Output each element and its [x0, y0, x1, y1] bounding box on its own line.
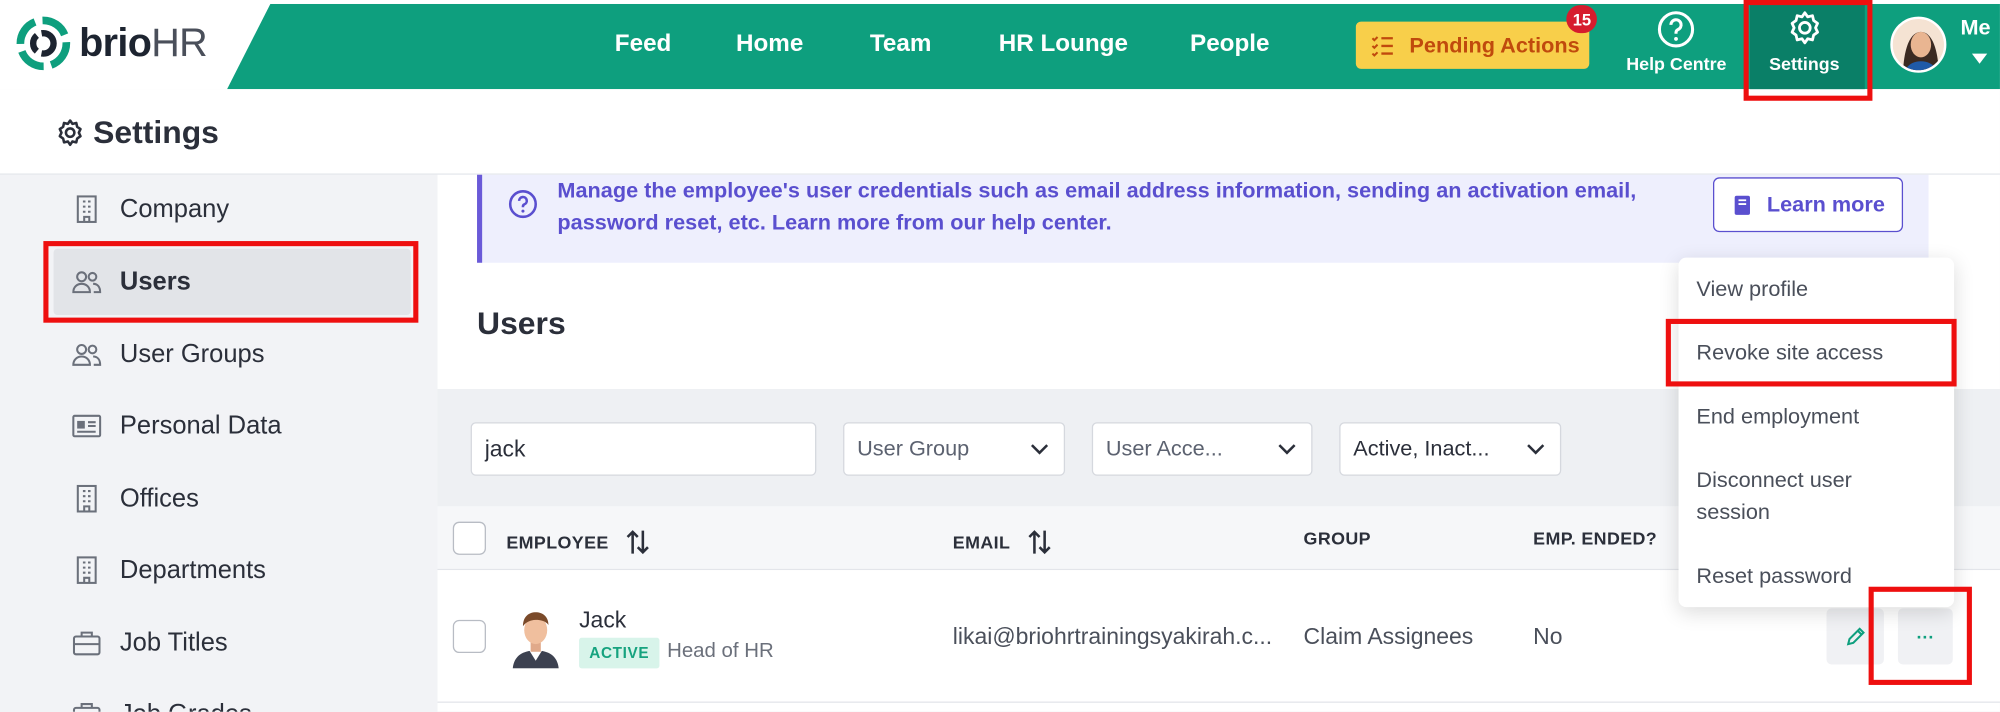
id-card-icon [72, 414, 102, 438]
column-header-label: EMAIL [952, 531, 1011, 553]
pending-actions-label: Pending Actions [1409, 32, 1580, 57]
help-icon [1658, 11, 1695, 48]
briefcase-icon [72, 631, 101, 656]
sidebar-item-label: Departments [119, 555, 266, 584]
user-avatar[interactable] [1890, 16, 1947, 73]
briohr-logo[interactable]: brioHR [15, 15, 208, 71]
sidebar-item-label: User Groups [119, 339, 265, 368]
page-header [0, 89, 2000, 175]
employee-ended: No [1533, 623, 1563, 650]
sidebar-item-label: Personal Data [119, 411, 282, 440]
gear-icon [58, 118, 82, 146]
info-banner-text: Manage the employee's user credentials s… [557, 178, 1637, 235]
caret-down-icon[interactable] [1971, 53, 1988, 64]
column-header-emp-ended: EMP. ENDED? [1533, 528, 1657, 548]
employee-avatar [512, 612, 559, 669]
nav-people[interactable]: People [1190, 31, 1269, 59]
help-centre-button[interactable]: Help Centre [1626, 10, 1726, 74]
sidebar-item-label: Company [119, 194, 230, 223]
nav-hr-lounge[interactable]: HR Lounge [999, 31, 1128, 59]
page-title-text: Settings [93, 114, 219, 151]
pending-actions-button[interactable]: Pending Actions [1355, 21, 1590, 69]
user-access-filter[interactable]: User Acce... [1091, 422, 1313, 476]
user-search-input[interactable] [470, 422, 817, 476]
question-circle-icon [508, 190, 537, 219]
select-all-checkbox[interactable] [452, 521, 486, 555]
employee-group: Claim Assignees [1303, 623, 1474, 650]
sidebar-item-label: Offices [119, 484, 199, 513]
status-filter[interactable]: Active, Inact... [1339, 422, 1562, 476]
sidebar-item-offices[interactable]: Offices [54, 466, 411, 532]
more-actions-button[interactable]: ··· [1897, 608, 1953, 665]
sort-icon[interactable] [1026, 528, 1054, 556]
column-header-group: GROUP [1304, 528, 1371, 548]
gear-icon [1790, 11, 1819, 45]
column-header-label: EMPLOYEE [506, 531, 609, 553]
column-header-label: GROUP [1303, 528, 1371, 549]
settings-button[interactable]: Settings [1769, 10, 1840, 74]
sidebar-item-user-groups[interactable]: User Groups [54, 321, 411, 387]
menu-item-revoke-site-access[interactable]: Revoke site access [1696, 337, 1938, 369]
user-access-filter-value: User Acce... [1105, 436, 1223, 461]
help-centre-label: Help Centre [1626, 53, 1727, 74]
menu-item-reset-password[interactable]: Reset password [1696, 560, 1938, 592]
menu-item-disconnect-user-session[interactable]: Disconnect user session [1696, 464, 1913, 528]
chevron-down-icon [1030, 444, 1049, 455]
users-icon [72, 344, 102, 366]
building-icon [76, 484, 97, 513]
me-label[interactable]: Me [1960, 15, 1990, 41]
employee-job-title: Head of HR [667, 640, 774, 662]
nav-home[interactable]: Home [736, 31, 803, 59]
page-title: Settings [55, 115, 219, 152]
sidebar-item-label: Job Grades [120, 700, 252, 712]
sidebar-item-job-grades[interactable]: Job Grades [54, 681, 411, 712]
users-section-title: Users [477, 306, 566, 342]
pencil-icon [1846, 627, 1865, 646]
sidebar-item-job-titles[interactable]: Job Titles [54, 610, 411, 676]
sidebar-item-departments[interactable]: Departments [54, 537, 411, 603]
sort-icon[interactable] [624, 528, 652, 556]
status-badge: ACTIVE [579, 637, 660, 669]
pending-count-badge: 15 [1566, 5, 1598, 34]
nav-team[interactable]: Team [870, 31, 932, 59]
sidebar-item-users[interactable]: Users [53, 248, 411, 316]
chevron-down-icon [1527, 444, 1545, 455]
sidebar-item-label: Job Titles [119, 628, 228, 657]
sidebar-item-label: Users [119, 267, 191, 296]
book-icon [1734, 195, 1751, 215]
user-group-filter[interactable]: User Group [843, 422, 1066, 476]
column-header-email[interactable]: EMAIL [953, 528, 1054, 556]
edit-button[interactable] [1826, 608, 1884, 665]
menu-item-end-employment[interactable]: End employment [1696, 401, 1938, 433]
user-group-filter-value: User Group [857, 436, 970, 461]
employee-name[interactable]: Jack [579, 607, 626, 634]
learn-more-label: Learn more [1766, 191, 1885, 217]
sidebar-item-company[interactable]: Company [54, 176, 411, 242]
checklist-icon [1371, 35, 1393, 57]
brio-logo-icon [16, 16, 71, 71]
briefcase-icon [72, 703, 101, 712]
menu-item-view-profile[interactable]: View profile [1696, 273, 1938, 305]
nav-feed[interactable]: Feed [615, 31, 672, 59]
row-checkbox[interactable] [452, 619, 486, 654]
building-icon [76, 195, 97, 223]
employee-email: likai@briohrtrainingsyakirah.c... [952, 623, 1273, 650]
status-filter-value: Active, Inact... [1353, 436, 1490, 461]
learn-more-button[interactable]: Learn more [1712, 177, 1904, 233]
building-icon [76, 556, 97, 584]
users-icon [72, 271, 102, 294]
column-header-employee[interactable]: EMPLOYEE [506, 528, 652, 556]
chevron-down-icon [1278, 444, 1296, 455]
column-header-label: EMP. ENDED? [1533, 528, 1658, 549]
sidebar-item-personal-data[interactable]: Personal Data [54, 393, 411, 459]
logo-text: brioHR [79, 20, 208, 66]
settings-label: Settings [1769, 53, 1840, 74]
